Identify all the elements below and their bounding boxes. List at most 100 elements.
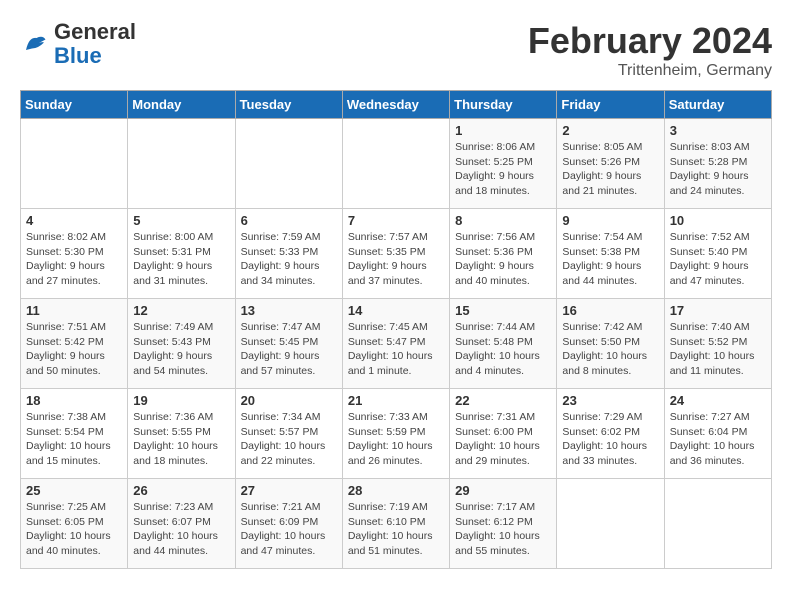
weekday-header-sunday: Sunday <box>21 91 128 119</box>
calendar-cell <box>128 119 235 209</box>
day-number: 7 <box>348 213 444 228</box>
day-info: Sunrise: 7:31 AM Sunset: 6:00 PM Dayligh… <box>455 410 551 469</box>
page-header: GeneralBlue February 2024 Trittenheim, G… <box>20 20 772 80</box>
day-info: Sunrise: 7:45 AM Sunset: 5:47 PM Dayligh… <box>348 320 444 379</box>
day-number: 5 <box>133 213 229 228</box>
calendar-cell: 19 Sunrise: 7:36 AM Sunset: 5:55 PM Dayli… <box>128 389 235 479</box>
day-number: 28 <box>348 483 444 498</box>
weekday-header-monday: Monday <box>128 91 235 119</box>
day-info: Sunrise: 7:17 AM Sunset: 6:12 PM Dayligh… <box>455 500 551 559</box>
day-number: 6 <box>241 213 337 228</box>
day-info: Sunrise: 7:25 AM Sunset: 6:05 PM Dayligh… <box>26 500 122 559</box>
day-info: Sunrise: 7:40 AM Sunset: 5:52 PM Dayligh… <box>670 320 766 379</box>
day-info: Sunrise: 7:54 AM Sunset: 5:38 PM Dayligh… <box>562 230 658 289</box>
day-number: 19 <box>133 393 229 408</box>
day-number: 16 <box>562 303 658 318</box>
logo: GeneralBlue <box>20 20 136 68</box>
day-info: Sunrise: 7:59 AM Sunset: 5:33 PM Dayligh… <box>241 230 337 289</box>
day-info: Sunrise: 8:03 AM Sunset: 5:28 PM Dayligh… <box>670 140 766 199</box>
day-number: 12 <box>133 303 229 318</box>
calendar-week-row: 18 Sunrise: 7:38 AM Sunset: 5:54 PM Dayli… <box>21 389 772 479</box>
day-info: Sunrise: 7:21 AM Sunset: 6:09 PM Dayligh… <box>241 500 337 559</box>
calendar-cell: 18 Sunrise: 7:38 AM Sunset: 5:54 PM Dayli… <box>21 389 128 479</box>
day-number: 27 <box>241 483 337 498</box>
day-info: Sunrise: 7:57 AM Sunset: 5:35 PM Dayligh… <box>348 230 444 289</box>
calendar-cell <box>21 119 128 209</box>
weekday-header-friday: Friday <box>557 91 664 119</box>
day-info: Sunrise: 7:23 AM Sunset: 6:07 PM Dayligh… <box>133 500 229 559</box>
day-info: Sunrise: 8:06 AM Sunset: 5:25 PM Dayligh… <box>455 140 551 199</box>
day-number: 3 <box>670 123 766 138</box>
calendar-cell: 9 Sunrise: 7:54 AM Sunset: 5:38 PM Daylig… <box>557 209 664 299</box>
calendar-cell: 29Sunrise: 7:17 AM Sunset: 6:12 PM Dayli… <box>450 479 557 569</box>
logo-icon <box>20 29 50 59</box>
calendar-cell: 26 Sunrise: 7:23 AM Sunset: 6:07 PM Dayli… <box>128 479 235 569</box>
calendar-cell: 6 Sunrise: 7:59 AM Sunset: 5:33 PM Daylig… <box>235 209 342 299</box>
calendar-cell <box>235 119 342 209</box>
calendar-cell: 17 Sunrise: 7:40 AM Sunset: 5:52 PM Dayli… <box>664 299 771 389</box>
day-info: Sunrise: 7:27 AM Sunset: 6:04 PM Dayligh… <box>670 410 766 469</box>
day-number: 23 <box>562 393 658 408</box>
calendar-cell: 28Sunrise: 7:19 AM Sunset: 6:10 PM Dayli… <box>342 479 449 569</box>
calendar-cell: 4Sunrise: 8:02 AM Sunset: 5:30 PM Daylig… <box>21 209 128 299</box>
day-number: 24 <box>670 393 766 408</box>
day-number: 11 <box>26 303 122 318</box>
calendar-cell: 23Sunrise: 7:29 AM Sunset: 6:02 PM Dayli… <box>557 389 664 479</box>
day-info: Sunrise: 7:34 AM Sunset: 5:57 PM Dayligh… <box>241 410 337 469</box>
day-number: 17 <box>670 303 766 318</box>
day-info: Sunrise: 8:02 AM Sunset: 5:30 PM Dayligh… <box>26 230 122 289</box>
calendar-cell: 21Sunrise: 7:33 AM Sunset: 5:59 PM Dayli… <box>342 389 449 479</box>
calendar-cell: 11 Sunrise: 7:51 AM Sunset: 5:42 PM Dayli… <box>21 299 128 389</box>
day-number: 25 <box>26 483 122 498</box>
day-info: Sunrise: 7:51 AM Sunset: 5:42 PM Dayligh… <box>26 320 122 379</box>
day-info: Sunrise: 7:47 AM Sunset: 5:45 PM Dayligh… <box>241 320 337 379</box>
day-info: Sunrise: 8:05 AM Sunset: 5:26 PM Dayligh… <box>562 140 658 199</box>
calendar-cell <box>342 119 449 209</box>
calendar-week-row: 1 Sunrise: 8:06 AM Sunset: 5:25 PM Daylig… <box>21 119 772 209</box>
day-info: Sunrise: 7:44 AM Sunset: 5:48 PM Dayligh… <box>455 320 551 379</box>
logo-text: GeneralBlue <box>54 20 136 68</box>
day-info: Sunrise: 8:00 AM Sunset: 5:31 PM Dayligh… <box>133 230 229 289</box>
title-block: February 2024 Trittenheim, Germany <box>528 20 772 80</box>
calendar-cell: 8Sunrise: 7:56 AM Sunset: 5:36 PM Daylig… <box>450 209 557 299</box>
weekday-header-row: SundayMondayTuesdayWednesdayThursdayFrid… <box>21 91 772 119</box>
calendar-title: February 2024 <box>528 20 772 62</box>
calendar-cell: 3 Sunrise: 8:03 AM Sunset: 5:28 PM Daylig… <box>664 119 771 209</box>
day-number: 2 <box>562 123 658 138</box>
calendar-cell: 22Sunrise: 7:31 AM Sunset: 6:00 PM Dayli… <box>450 389 557 479</box>
calendar-cell: 27 Sunrise: 7:21 AM Sunset: 6:09 PM Dayli… <box>235 479 342 569</box>
day-number: 18 <box>26 393 122 408</box>
day-info: Sunrise: 7:36 AM Sunset: 5:55 PM Dayligh… <box>133 410 229 469</box>
calendar-cell: 13 Sunrise: 7:47 AM Sunset: 5:45 PM Dayli… <box>235 299 342 389</box>
calendar-cell: 1 Sunrise: 8:06 AM Sunset: 5:25 PM Daylig… <box>450 119 557 209</box>
calendar-week-row: 4Sunrise: 8:02 AM Sunset: 5:30 PM Daylig… <box>21 209 772 299</box>
calendar-week-row: 25 Sunrise: 7:25 AM Sunset: 6:05 PM Dayli… <box>21 479 772 569</box>
day-info: Sunrise: 7:42 AM Sunset: 5:50 PM Dayligh… <box>562 320 658 379</box>
weekday-header-tuesday: Tuesday <box>235 91 342 119</box>
day-number: 14 <box>348 303 444 318</box>
day-info: Sunrise: 7:33 AM Sunset: 5:59 PM Dayligh… <box>348 410 444 469</box>
day-number: 10 <box>670 213 766 228</box>
day-info: Sunrise: 7:49 AM Sunset: 5:43 PM Dayligh… <box>133 320 229 379</box>
weekday-header-thursday: Thursday <box>450 91 557 119</box>
calendar-cell: 16 Sunrise: 7:42 AM Sunset: 5:50 PM Dayli… <box>557 299 664 389</box>
day-info: Sunrise: 7:38 AM Sunset: 5:54 PM Dayligh… <box>26 410 122 469</box>
calendar-cell: 24 Sunrise: 7:27 AM Sunset: 6:04 PM Dayli… <box>664 389 771 479</box>
calendar-cell: 14 Sunrise: 7:45 AM Sunset: 5:47 PM Dayli… <box>342 299 449 389</box>
calendar-subtitle: Trittenheim, Germany <box>528 62 772 80</box>
day-info: Sunrise: 7:56 AM Sunset: 5:36 PM Dayligh… <box>455 230 551 289</box>
calendar-cell: 2 Sunrise: 8:05 AM Sunset: 5:26 PM Daylig… <box>557 119 664 209</box>
day-info: Sunrise: 7:52 AM Sunset: 5:40 PM Dayligh… <box>670 230 766 289</box>
day-number: 13 <box>241 303 337 318</box>
calendar-cell: 25 Sunrise: 7:25 AM Sunset: 6:05 PM Dayli… <box>21 479 128 569</box>
calendar-cell: 12 Sunrise: 7:49 AM Sunset: 5:43 PM Dayli… <box>128 299 235 389</box>
day-number: 9 <box>562 213 658 228</box>
calendar-cell: 5 Sunrise: 8:00 AM Sunset: 5:31 PM Daylig… <box>128 209 235 299</box>
day-number: 1 <box>455 123 551 138</box>
calendar-cell <box>557 479 664 569</box>
calendar-week-row: 11 Sunrise: 7:51 AM Sunset: 5:42 PM Dayli… <box>21 299 772 389</box>
day-number: 26 <box>133 483 229 498</box>
day-number: 20 <box>241 393 337 408</box>
calendar-cell: 20 Sunrise: 7:34 AM Sunset: 5:57 PM Dayli… <box>235 389 342 479</box>
calendar-cell: 7 Sunrise: 7:57 AM Sunset: 5:35 PM Daylig… <box>342 209 449 299</box>
